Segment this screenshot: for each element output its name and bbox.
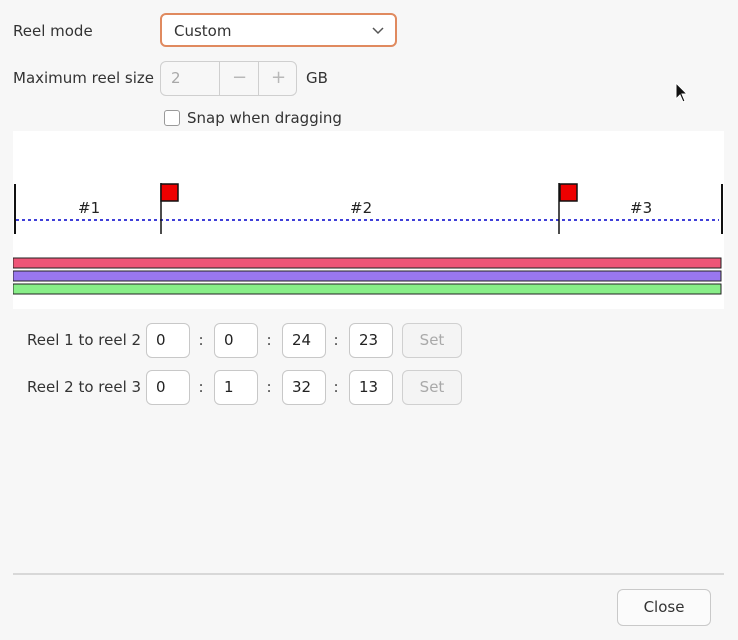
reel-boundary-label: Reel 2 to reel 3 (27, 378, 142, 396)
frames-field[interactable]: 23 (349, 323, 393, 358)
seconds-field[interactable]: 24 (282, 323, 326, 358)
time-separator: : (266, 378, 272, 396)
max-reel-size-unit: GB (306, 69, 328, 87)
track-pink (13, 257, 722, 269)
time-separator: : (333, 331, 339, 349)
minutes-value: 1 (224, 378, 234, 396)
reel-mode-dropdown[interactable]: Custom (160, 13, 397, 47)
reel-boundary-label: Reel 1 to reel 2 (27, 331, 142, 349)
chevron-down-icon (372, 27, 384, 35)
hours-value: 0 (156, 331, 166, 349)
reel-mode-label: Reel mode (13, 22, 93, 40)
set-button[interactable]: Set (402, 323, 462, 358)
max-reel-size-label: Maximum reel size (13, 69, 154, 87)
snap-label: Snap when dragging (187, 109, 342, 127)
minutes-value: 0 (224, 331, 234, 349)
reel-mode-value: Custom (174, 22, 232, 40)
reel-split-marker-2 (558, 183, 578, 234)
reel-label-1: #1 (78, 199, 101, 217)
time-separator: : (333, 378, 339, 396)
mouse-cursor-icon (675, 82, 689, 103)
close-button[interactable]: Close (617, 589, 711, 626)
hours-field[interactable]: 0 (146, 370, 190, 405)
frames-value: 23 (359, 331, 379, 349)
reel-timeline[interactable]: #1 #2 #3 (13, 131, 724, 309)
max-reel-size-value: 2 (171, 69, 181, 87)
seconds-value: 32 (292, 378, 312, 396)
increment-button[interactable]: + (258, 62, 298, 95)
max-reel-size-spinbutton: 2 − + (160, 61, 297, 96)
decrement-button[interactable]: − (219, 62, 259, 95)
hours-value: 0 (156, 378, 166, 396)
reel-split-marker-1 (160, 183, 179, 234)
reel-label-3: #3 (630, 199, 653, 217)
track-green (13, 283, 722, 295)
snap-checkbox[interactable] (164, 110, 180, 126)
reel-label-2: #2 (350, 199, 373, 217)
track-purple (13, 270, 722, 282)
time-separator: : (198, 378, 204, 396)
minutes-field[interactable]: 0 (214, 323, 258, 358)
flag-icon (559, 183, 578, 202)
set-button[interactable]: Set (402, 370, 462, 405)
minutes-field[interactable]: 1 (214, 370, 258, 405)
dialog-separator (13, 573, 724, 575)
seconds-value: 24 (292, 331, 312, 349)
hours-field[interactable]: 0 (146, 323, 190, 358)
seconds-field[interactable]: 32 (282, 370, 326, 405)
frames-value: 13 (359, 378, 379, 396)
time-separator: : (266, 331, 272, 349)
frames-field[interactable]: 13 (349, 370, 393, 405)
time-separator: : (198, 331, 204, 349)
flag-icon (160, 183, 179, 202)
